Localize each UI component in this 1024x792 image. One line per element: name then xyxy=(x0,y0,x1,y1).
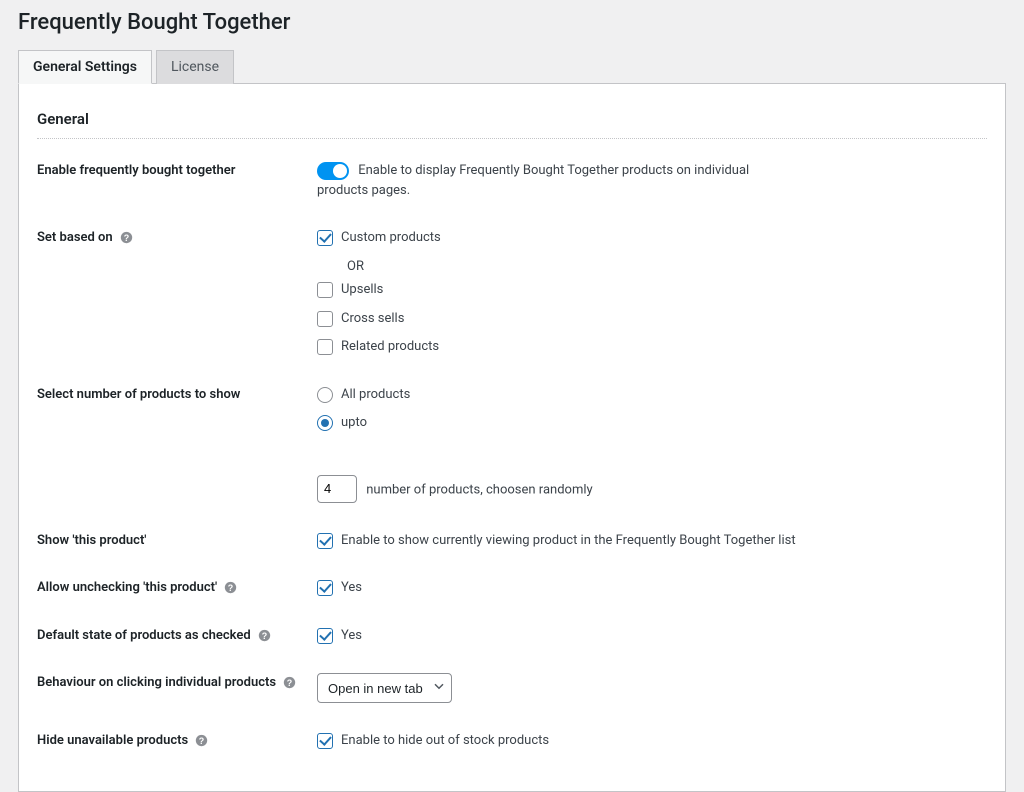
number-suffix-text: number of products, choosen randomly xyxy=(366,482,592,497)
svg-text:?: ? xyxy=(124,233,129,243)
label-behaviour-click: Behaviour on clicking individual product… xyxy=(37,673,317,690)
label-select-number: Select number of products to show xyxy=(37,385,317,402)
label-show-this-desc: Enable to show currently viewing product… xyxy=(341,531,796,551)
label-cross-sells: Cross sells xyxy=(341,309,404,329)
row-select-number: Select number of products to show All pr… xyxy=(37,385,987,503)
info-icon[interactable]: ? xyxy=(224,581,237,594)
checkbox-show-this-product[interactable] xyxy=(317,533,333,549)
label-yes1: Yes xyxy=(341,578,362,598)
section-general-title: General xyxy=(37,110,987,128)
row-hide-unavailable: Hide unavailable products ? Enable to hi… xyxy=(37,731,987,751)
svg-text:?: ? xyxy=(199,736,204,746)
ctrl-default-checked: Yes xyxy=(317,626,797,646)
svg-text:?: ? xyxy=(287,678,292,688)
ctrl-allow-uncheck: Yes xyxy=(317,578,797,598)
row-behaviour-click: Behaviour on clicking individual product… xyxy=(37,673,987,703)
checkbox-allow-uncheck[interactable] xyxy=(317,580,333,596)
or-text: OR xyxy=(347,257,797,277)
settings-panel: General Enable frequently bought togethe… xyxy=(18,84,1006,792)
ctrl-behaviour-click: Open in new tab xyxy=(317,673,797,703)
ctrl-select-number: All products upto number of products, ch… xyxy=(317,385,797,503)
label-hide-unavailable: Hide unavailable products ? xyxy=(37,731,317,748)
checkbox-custom-products[interactable] xyxy=(317,230,333,246)
number-of-products-input[interactable] xyxy=(317,475,357,503)
label-hide-desc: Enable to hide out of stock products xyxy=(341,731,549,751)
label-allow-uncheck: Allow unchecking 'this product' ? xyxy=(37,578,317,595)
info-icon[interactable]: ? xyxy=(258,629,271,642)
radio-upto[interactable] xyxy=(317,415,333,431)
ctrl-enable: Enable to display Frequently Bought Toge… xyxy=(317,161,797,200)
enable-description: Enable to display Frequently Bought Toge… xyxy=(317,163,749,198)
info-icon[interactable]: ? xyxy=(195,734,208,747)
enable-toggle[interactable] xyxy=(317,162,349,180)
label-custom-products: Custom products xyxy=(341,228,441,248)
label-set-based-on: Set based on ? xyxy=(37,228,317,245)
tab-license[interactable]: License xyxy=(156,50,234,84)
tab-general-settings[interactable]: General Settings xyxy=(18,50,152,84)
checkbox-cross-sells[interactable] xyxy=(317,311,333,327)
checkbox-hide-unavailable[interactable] xyxy=(317,733,333,749)
row-set-based-on: Set based on ? Custom products OR Upsell… xyxy=(37,228,987,357)
behaviour-select[interactable]: Open in new tab xyxy=(317,673,452,703)
page-title: Frequently Bought Together xyxy=(18,10,1006,35)
settings-page: Frequently Bought Together General Setti… xyxy=(0,0,1024,792)
svg-text:?: ? xyxy=(228,583,233,593)
row-enable: Enable frequently bought together Enable… xyxy=(37,161,987,200)
checkbox-upsells[interactable] xyxy=(317,282,333,298)
info-icon[interactable]: ? xyxy=(283,676,296,689)
label-show-this-product: Show 'this product' xyxy=(37,531,317,548)
label-upto: upto xyxy=(341,413,367,433)
divider xyxy=(37,138,987,139)
svg-text:?: ? xyxy=(262,631,267,641)
label-upsells: Upsells xyxy=(341,280,383,300)
row-allow-uncheck: Allow unchecking 'this product' ? Yes xyxy=(37,578,987,598)
label-yes2: Yes xyxy=(341,626,362,646)
label-all-products: All products xyxy=(341,385,410,405)
row-show-this-product: Show 'this product' Enable to show curre… xyxy=(37,531,987,551)
info-icon[interactable]: ? xyxy=(120,231,133,244)
ctrl-hide-unavailable: Enable to hide out of stock products xyxy=(317,731,797,751)
label-enable: Enable frequently bought together xyxy=(37,161,317,178)
ctrl-set-based-on: Custom products OR Upsells Cross sells R… xyxy=(317,228,797,357)
label-default-checked: Default state of products as checked ? xyxy=(37,626,317,643)
label-related-products: Related products xyxy=(341,337,439,357)
tab-bar: General Settings License xyxy=(18,49,1006,84)
radio-all-products[interactable] xyxy=(317,387,333,403)
ctrl-show-this-product: Enable to show currently viewing product… xyxy=(317,531,797,551)
checkbox-default-checked[interactable] xyxy=(317,628,333,644)
checkbox-related-products[interactable] xyxy=(317,339,333,355)
row-default-checked: Default state of products as checked ? Y… xyxy=(37,626,987,646)
